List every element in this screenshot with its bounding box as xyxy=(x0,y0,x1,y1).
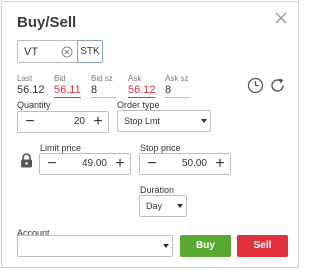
symbol-field: STK xyxy=(17,40,103,63)
stop-price-increment-button[interactable]: + xyxy=(210,154,230,174)
clock-icon[interactable] xyxy=(247,77,264,94)
bid-size-value: 8 xyxy=(91,84,98,96)
last-label: Last xyxy=(17,74,33,83)
bid-size-label: Bid sz xyxy=(91,74,113,83)
chevron-down-icon xyxy=(201,119,207,123)
quantity-input[interactable] xyxy=(42,112,85,132)
clear-circle-icon[interactable] xyxy=(61,45,73,58)
sell-button[interactable]: Sell xyxy=(237,235,288,257)
bid-underline xyxy=(54,97,81,98)
limit-price-label: Limit price xyxy=(40,143,82,153)
dialog-title: Buy/Sell xyxy=(17,14,77,31)
ask-label: Ask xyxy=(128,74,142,83)
limit-price-increment-button[interactable]: + xyxy=(110,154,130,174)
ask-underline xyxy=(128,97,155,98)
stop-price-decrement-button[interactable]: − xyxy=(142,154,162,174)
chevron-down-icon xyxy=(177,204,183,208)
security-type-button[interactable]: STK xyxy=(77,40,103,63)
duration-select[interactable]: Day xyxy=(139,195,187,217)
buy-sell-dialog: Buy/Sell STK Last 56.12 Bid 56.11 Bid sz… xyxy=(1,1,299,268)
close-icon[interactable] xyxy=(274,11,288,25)
quantity-decrement-button[interactable]: − xyxy=(20,112,40,132)
duration-value: Day xyxy=(146,201,163,211)
bid-value: 56.11 xyxy=(54,84,81,96)
ask-size-label: Ask sz xyxy=(165,74,189,83)
quantity-label: Quantity xyxy=(17,100,51,110)
limit-price-input[interactable] xyxy=(64,154,107,174)
refresh-icon[interactable] xyxy=(269,77,286,94)
bid-label: Bid xyxy=(54,74,66,83)
stop-price-label: Stop price xyxy=(140,143,181,153)
order-type-select[interactable]: Stop Lmt xyxy=(117,110,211,132)
ask-value: 56.12 xyxy=(128,84,156,96)
quantity-increment-button[interactable]: + xyxy=(88,112,108,132)
limit-price-stepper: − + xyxy=(39,153,131,175)
chevron-down-icon xyxy=(163,244,169,248)
limit-price-decrement-button[interactable]: − xyxy=(42,154,62,174)
order-type-value: Stop Lmt xyxy=(124,116,161,126)
lock-icon[interactable] xyxy=(20,153,33,168)
stop-price-stepper: − + xyxy=(139,153,231,175)
quantity-stepper: − + xyxy=(17,111,109,133)
bid-size-underline xyxy=(91,97,116,98)
ask-size-underline xyxy=(165,97,190,98)
account-select[interactable] xyxy=(17,235,173,257)
last-value: 56.12 xyxy=(17,84,45,96)
order-type-label: Order type xyxy=(117,100,160,110)
buy-button[interactable]: Buy xyxy=(180,235,231,257)
duration-label: Duration xyxy=(140,185,175,195)
stop-price-input[interactable] xyxy=(164,154,207,174)
ask-size-value: 8 xyxy=(165,84,172,96)
